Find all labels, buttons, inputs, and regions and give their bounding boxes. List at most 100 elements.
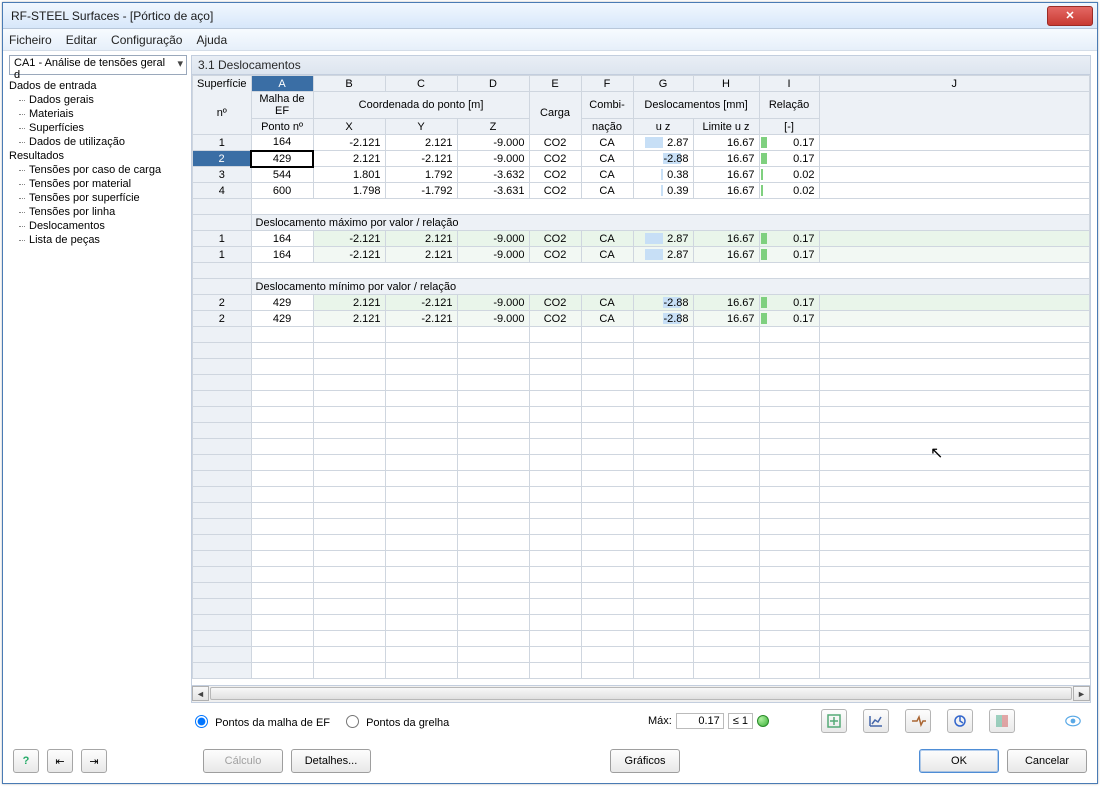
ok-button[interactable]: OK [919,749,999,773]
col-g[interactable]: G [633,76,693,92]
tree-dados-util[interactable]: Dados de utilização [19,135,187,149]
table-row[interactable]: 24292.121-2.121-9.000CO2CA-2.8816.670.17 [193,311,1090,327]
col-d[interactable]: D [457,76,529,92]
col-h[interactable]: H [693,76,759,92]
table-row-empty [193,263,252,279]
col-b[interactable]: B [313,76,385,92]
case-select[interactable]: CA1 - Análise de tensões geral d [9,55,187,75]
table-row-empty [193,567,1090,583]
tree-inputdata[interactable]: Dados de entrada [9,79,187,93]
status-ok-icon [757,715,769,727]
toolbar-btn-1[interactable] [821,709,847,733]
table-row[interactable]: 24292.121-2.121-9.000CO2CA-2.8816.670.17 [193,151,1090,167]
close-button[interactable]: ✕ [1047,6,1093,26]
col-j[interactable]: J [819,76,1089,92]
scroll-thumb[interactable] [210,687,1072,700]
radio-pontos-grelha-input[interactable] [346,715,359,728]
toolbar-btn-4[interactable] [947,709,973,733]
menu-config[interactable]: Configuração [111,33,182,47]
radio-pontos-malha-input[interactable] [195,715,208,728]
table-row-empty [193,663,1090,679]
help-button[interactable]: ? [13,749,39,773]
tree-deslocamentos[interactable]: Deslocamentos [19,219,187,233]
table-row-empty [193,503,1090,519]
table-row[interactable]: 24292.121-2.121-9.000CO2CA-2.8816.670.17 [193,295,1090,311]
scroll-right-arrow-icon[interactable]: ► [1073,686,1090,701]
col-pontono: Ponto nº [251,119,313,135]
table-row-empty [193,423,1090,439]
toolbar-btn-2[interactable] [863,709,889,733]
horizontal-scrollbar[interactable]: ◄ ► [191,686,1091,703]
section-max: Deslocamento máximo por valor / relação [251,215,1089,231]
scroll-left-arrow-icon[interactable]: ◄ [192,686,209,701]
col-y: Y [385,119,457,135]
table-row-empty [193,199,252,215]
graficos-button[interactable]: Gráficos [610,749,680,773]
tree-superficies[interactable]: Superfícies [19,121,187,135]
import-button[interactable]: ⇤ [47,749,73,773]
table-row-empty [193,583,1090,599]
table-row-empty [193,375,1090,391]
col-i[interactable]: I [759,76,819,92]
table-row[interactable]: 46001.798-1.792-3.631CO2CA0.3916.670.02 [193,183,1090,199]
tree-resultados[interactable]: Resultados [9,149,187,163]
table-row-empty [193,471,1090,487]
menubar: Ficheiro Editar Configuração Ajuda [3,29,1097,51]
col-relacao: Relação [759,92,819,119]
toolbar-btn-3[interactable] [905,709,931,733]
sidebar: CA1 - Análise de tensões geral d Dados d… [9,55,187,739]
tree-tensoes-linha[interactable]: Tensões por linha [19,205,187,219]
radio-pontos-grelha[interactable]: Pontos da grelha [346,713,449,729]
tree-tensoes-carga[interactable]: Tensões por caso de carga [19,163,187,177]
export-button[interactable]: ⇥ [81,749,107,773]
table-row-empty [193,327,1090,343]
tree-dados-gerais[interactable]: Dados gerais [19,93,187,107]
col-e[interactable]: E [529,76,581,92]
menu-ficheiro[interactable]: Ficheiro [9,33,52,47]
export-icon: ⇥ [89,755,98,768]
table-row-empty [193,631,1090,647]
col-carga: Carga [529,92,581,135]
table-row[interactable]: 1164-2.1212.121-9.000CO2CA2.8716.670.17 [193,135,1090,151]
table-row-empty [193,535,1090,551]
toggle-visibility-button[interactable] [1059,709,1087,733]
col-limite: Limite u z [693,119,759,135]
options-row: Pontos da malha de EF Pontos da grelha M… [191,703,1091,739]
table-row-empty [193,519,1090,535]
detalhes-button[interactable]: Detalhes... [291,749,371,773]
tree-lista-pecas[interactable]: Lista de peças [19,233,187,247]
col-z: Z [457,119,529,135]
tree-tensoes-superficie[interactable]: Tensões por superfície [19,191,187,205]
main-area: CA1 - Análise de tensões geral d Dados d… [3,51,1097,741]
table-row-empty [193,359,1090,375]
table-row-empty [193,551,1090,567]
radio-pontos-malha[interactable]: Pontos da malha de EF [195,713,330,729]
col-f[interactable]: F [581,76,633,92]
titlebar: RF-STEEL Surfaces - [Pórtico de aço] ✕ [3,3,1097,29]
toolbar-btn-5[interactable] [989,709,1015,733]
panel-title: 3.1 Deslocamentos [191,55,1091,75]
nav-tree: Dados de entrada Dados gerais Materiais … [9,79,187,739]
table-row-empty [193,647,1090,663]
col-combi2: nação [581,119,633,135]
menu-editar[interactable]: Editar [66,33,97,47]
cancelar-button[interactable]: Cancelar [1007,749,1087,773]
calculo-button[interactable]: Cálculo [203,749,283,773]
table-row[interactable]: 1164-2.1212.121-9.000CO2CA2.8716.670.17 [193,231,1090,247]
col-combi1: Combi- [581,92,633,119]
table-row-empty [193,439,1090,455]
table-scroll-area[interactable]: Superfície A B C D E F G H I J [191,75,1091,686]
col-a[interactable]: A [251,76,313,92]
table-row[interactable]: 1164-2.1212.121-9.000CO2CA2.8716.670.17 [193,247,1090,263]
content-panel: 3.1 Deslocamentos Superfície A [191,55,1091,739]
tree-materiais[interactable]: Materiais [19,107,187,121]
table-row-empty [193,343,1090,359]
col-no: nº [193,92,252,135]
results-table: Superfície A B C D E F G H I J [192,75,1090,679]
window-title: RF-STEEL Surfaces - [Pórtico de aço] [11,9,1047,23]
col-c[interactable]: C [385,76,457,92]
table-row[interactable]: 35441.8011.792-3.632CO2CA0.3816.670.02 [193,167,1090,183]
menu-ajuda[interactable]: Ajuda [196,33,227,47]
help-icon: ? [23,755,30,767]
tree-tensoes-material[interactable]: Tensões por material [19,177,187,191]
